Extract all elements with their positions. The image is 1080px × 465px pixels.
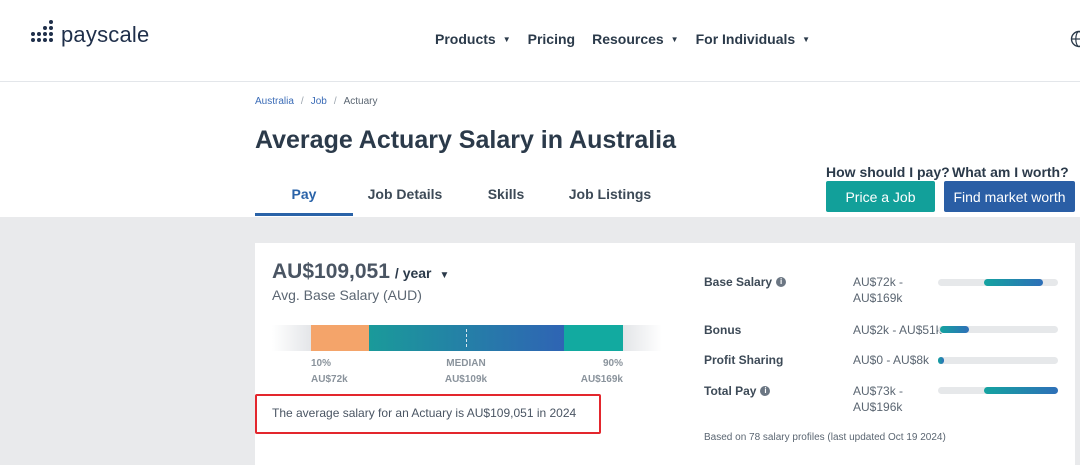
logo-dots-icon xyxy=(31,20,57,48)
stat-range-line: AU$196k xyxy=(853,400,903,414)
period-dropdown-icon[interactable]: ▼ xyxy=(440,270,450,281)
median-marker xyxy=(466,329,467,347)
tab-job-details[interactable]: Job Details xyxy=(353,186,457,216)
info-icon[interactable]: i xyxy=(776,277,787,287)
main-nav: Products ▼ Pricing Resources ▼ For Indiv… xyxy=(435,31,827,47)
stat-range-line: AU$73k - xyxy=(853,384,904,398)
stat-range-line: AU$2k - AU$51k xyxy=(853,323,942,337)
stat-range-line: AU$0 - AU$8k xyxy=(853,353,930,367)
bar-segment-low xyxy=(311,325,369,351)
stat-range-profit-sharing: AU$0 - AU$8k xyxy=(853,352,929,368)
stat-label-text: Total Pay xyxy=(704,384,757,398)
stat-label-bonus: Bonus xyxy=(704,323,741,337)
nav-label: For Individuals xyxy=(695,31,796,47)
median-label: MEDIAN xyxy=(446,358,486,369)
percentile-90-label: 90% xyxy=(602,358,623,369)
breadcrumb-actuary: Actuary xyxy=(343,96,378,107)
salary-headline[interactable]: AU$109,051 / year ▼ xyxy=(272,260,449,284)
percentile-10-value: AU$72k xyxy=(311,374,348,385)
pay-question: How should I pay? xyxy=(826,164,950,180)
nav-label: Resources xyxy=(592,31,664,47)
stat-bar-base-salary xyxy=(938,279,1058,286)
salary-distribution-bar xyxy=(272,325,662,351)
stat-bar-total-pay xyxy=(938,387,1058,394)
stat-label-total-pay: Total Pay i xyxy=(704,384,771,398)
bar-fade-right xyxy=(623,325,662,351)
median-value: AU$109k xyxy=(444,374,488,385)
stat-range-base-salary: AU$72k - AU$169k xyxy=(853,274,903,306)
stat-bar-profit-sharing xyxy=(938,357,1058,364)
stat-range-line: AU$72k - xyxy=(853,275,904,289)
nav-resources[interactable]: Resources ▼ xyxy=(592,31,679,47)
info-icon[interactable]: i xyxy=(760,386,771,396)
stat-range-line: AU$169k xyxy=(853,291,903,305)
percentile-90-value: AU$169k xyxy=(580,374,623,385)
average-salary-note: The average salary for an Actuary is AU$… xyxy=(272,406,577,420)
breadcrumb-separator: / xyxy=(333,96,337,107)
breadcrumb: Australia / Job / Actuary xyxy=(255,96,378,107)
salary-footnote: Based on 78 salary profiles (last update… xyxy=(704,432,946,443)
stat-label-text: Base Salary xyxy=(704,275,773,289)
breadcrumb-separator: / xyxy=(300,96,304,107)
caret-down-icon: ▼ xyxy=(670,34,679,44)
stat-bar-fill xyxy=(938,357,944,364)
bar-fade-left xyxy=(272,325,312,351)
page-title: Average Actuary Salary in Australia xyxy=(255,126,677,154)
breadcrumb-job[interactable]: Job xyxy=(311,96,327,107)
stat-bar-bonus xyxy=(938,326,1058,333)
nav-label: Pricing xyxy=(527,31,576,47)
salary-period: / year xyxy=(394,265,432,281)
stat-bar-fill xyxy=(984,279,1043,286)
top-navigation-bar: payscale Products ▼ Pricing Resources ▼ … xyxy=(0,0,1080,82)
stat-bar-fill xyxy=(984,387,1058,394)
nav-pricing[interactable]: Pricing xyxy=(528,31,575,47)
tab-pay[interactable]: Pay xyxy=(255,186,353,216)
nav-products[interactable]: Products ▼ xyxy=(435,31,511,47)
nav-for-individuals[interactable]: For Individuals ▼ xyxy=(696,31,811,47)
price-a-job-button[interactable]: Price a Job xyxy=(826,181,935,212)
bar-segment-high xyxy=(564,325,623,351)
globe-icon[interactable] xyxy=(1070,30,1080,48)
page-tabs: Pay Job Details Skills Job Listings xyxy=(255,186,665,216)
find-market-worth-button[interactable]: Find market worth xyxy=(944,181,1075,212)
stat-label-text: Profit Sharing xyxy=(704,353,784,367)
worth-question: What am I worth? xyxy=(952,164,1069,180)
percentile-10-label: 10% xyxy=(311,358,332,369)
salary-amount: AU$109,051 xyxy=(272,260,390,283)
brand-name: payscale xyxy=(61,22,150,47)
breadcrumb-australia[interactable]: Australia xyxy=(255,96,294,107)
stat-label-base-salary: Base Salary i xyxy=(704,275,787,289)
payscale-logo[interactable]: payscale xyxy=(31,20,150,48)
salary-card: AU$109,051 / year ▼ Avg. Base Salary (AU… xyxy=(255,243,1075,465)
caret-down-icon: ▼ xyxy=(502,34,511,44)
tab-job-listings[interactable]: Job Listings xyxy=(555,186,665,216)
stat-label-text: Bonus xyxy=(704,323,742,337)
stat-label-profit-sharing: Profit Sharing xyxy=(704,353,783,367)
tab-skills[interactable]: Skills xyxy=(457,186,555,216)
stat-range-total-pay: AU$73k - AU$196k xyxy=(853,383,903,415)
stat-bar-fill xyxy=(940,326,969,333)
caret-down-icon: ▼ xyxy=(802,34,811,44)
stat-range-bonus: AU$2k - AU$51k xyxy=(853,322,942,338)
salary-subtitle: Avg. Base Salary (AUD) xyxy=(272,287,422,303)
nav-label: Products xyxy=(435,31,496,47)
